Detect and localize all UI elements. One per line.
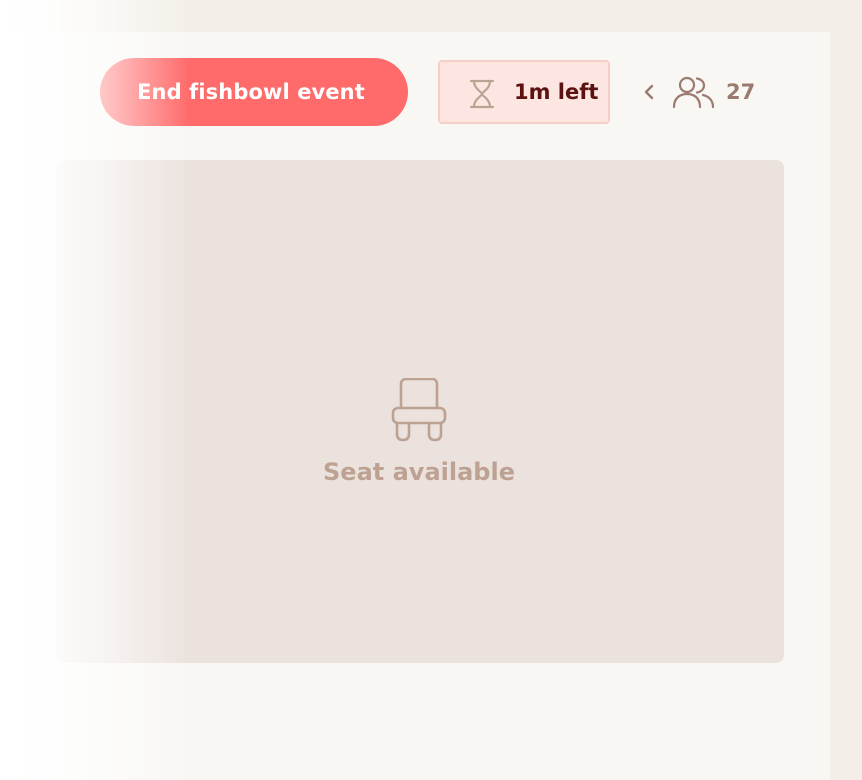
app-frame: End fishbowl event 1m left 27 Seat avail… [0, 0, 862, 780]
time-remaining-label: 1m left [514, 80, 599, 104]
main-panel: End fishbowl event 1m left 27 Seat avail… [0, 32, 830, 780]
hourglass-icon [469, 79, 495, 109]
users-icon [672, 76, 715, 108]
chevron-left-icon[interactable] [638, 78, 660, 106]
participants-button[interactable]: 27 [672, 72, 762, 112]
chair-icon [391, 378, 447, 442]
seat-available-label: Seat available [323, 458, 515, 486]
time-remaining-badge: 1m left [438, 60, 610, 124]
end-event-button[interactable]: End fishbowl event [100, 58, 408, 126]
event-toolbar: End fishbowl event 1m left 27 [0, 32, 830, 160]
participants-count: 27 [726, 80, 756, 104]
available-seat-slot[interactable]: Seat available [56, 160, 784, 663]
